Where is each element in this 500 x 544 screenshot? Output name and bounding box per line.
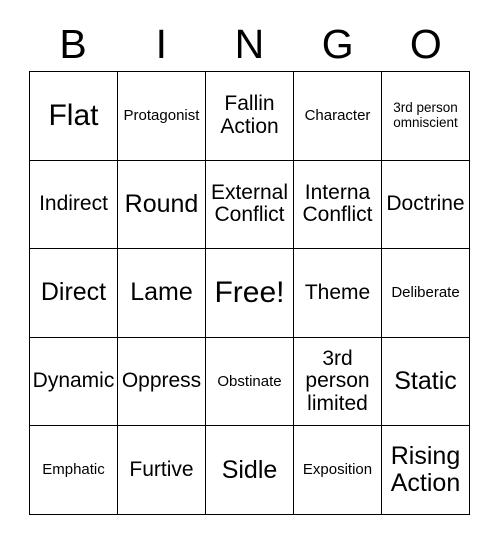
bingo-cell[interactable]: Interna Conflict	[294, 160, 382, 250]
bingo-cell-label: Doctrine	[386, 192, 465, 216]
bingo-header-letter-n: N	[234, 20, 265, 67]
bingo-cell[interactable]: Round	[118, 160, 206, 250]
bingo-cell-label: Fallin Action	[220, 92, 279, 138]
bingo-cell-label: Round	[124, 189, 199, 218]
bingo-card: B I N G O Flat Protagonist Fallin Action Charac…	[0, 0, 500, 544]
bingo-header-letter-b: B	[59, 20, 87, 67]
bingo-cell[interactable]: Fallin Action	[206, 72, 294, 161]
bingo-cell[interactable]: Exposition	[294, 426, 382, 515]
bingo-cell[interactable]: Emphatic	[30, 426, 118, 515]
bingo-cell-label: Dynamic	[32, 369, 115, 393]
bingo-cell[interactable]: Protagonist	[118, 72, 206, 161]
bingo-cell[interactable]: Direct	[30, 249, 118, 338]
bingo-free-cell[interactable]: Free!	[206, 249, 294, 338]
bingo-cell[interactable]: Obstinate	[206, 337, 294, 427]
bingo-cell-label: Obstinate	[217, 372, 282, 390]
bingo-cell-label: Static	[394, 367, 457, 396]
bingo-header-letter-i: I	[155, 20, 167, 67]
bingo-cell-label: Oppress	[121, 369, 202, 393]
bingo-cell-label: External Conflict	[210, 180, 289, 227]
bingo-cell[interactable]: Furtive	[118, 426, 206, 515]
bingo-cell-label: Flat	[48, 98, 99, 132]
bingo-cell[interactable]: Indirect	[30, 160, 118, 250]
bingo-cell[interactable]: External Conflict	[206, 160, 294, 250]
bingo-cell[interactable]: Deliberate	[382, 249, 470, 338]
bingo-cell[interactable]: Sidle	[206, 426, 294, 515]
bingo-cell[interactable]: 3rd person limited	[294, 337, 382, 427]
bingo-cell-label: Free!	[214, 275, 285, 309]
bingo-cell-label: Rising Action	[390, 442, 461, 498]
bingo-cell-label: Indirect	[39, 192, 108, 216]
bingo-cell-label: Character	[304, 106, 371, 124]
bingo-header-letter-g: G	[321, 20, 354, 67]
bingo-cell[interactable]: Lame	[118, 249, 206, 338]
bingo-cell-label: Direct	[40, 278, 107, 307]
bingo-cell[interactable]: Static	[382, 337, 470, 427]
bingo-header-row: BINGO	[29, 17, 470, 71]
bingo-cell-label: Sidle	[221, 455, 278, 484]
bingo-cell[interactable]: Doctrine	[382, 160, 470, 250]
bingo-cell[interactable]: 3rd person omniscient	[382, 72, 470, 161]
bingo-cell[interactable]: Flat	[30, 72, 118, 161]
bingo-cell-label: Deliberate	[391, 283, 460, 301]
bingo-grid: Flat Protagonist Fallin Action Character 3rd…	[29, 71, 470, 515]
bingo-cell-label: Furtive	[129, 457, 194, 481]
bingo-cell[interactable]: Character	[294, 72, 382, 161]
bingo-cell-label: Exposition	[302, 461, 373, 479]
bingo-header-letter-o: O	[409, 20, 442, 67]
bingo-cell-label: Lame	[130, 278, 193, 307]
bingo-cell-label: Protagonist	[123, 106, 200, 124]
bingo-cell[interactable]: Theme	[294, 249, 382, 338]
bingo-cell[interactable]: Dynamic	[30, 337, 118, 427]
bingo-cell-label: 3rd person omniscient	[393, 100, 458, 130]
bingo-cell-label: Theme	[304, 280, 371, 304]
bingo-cell-label: Emphatic	[42, 461, 105, 479]
bingo-cell[interactable]: Oppress	[118, 337, 206, 427]
bingo-cell[interactable]: Rising Action	[382, 426, 470, 515]
bingo-cell-label: Interna Conflict	[302, 180, 373, 227]
bingo-cell-label: 3rd person limited	[305, 346, 370, 415]
